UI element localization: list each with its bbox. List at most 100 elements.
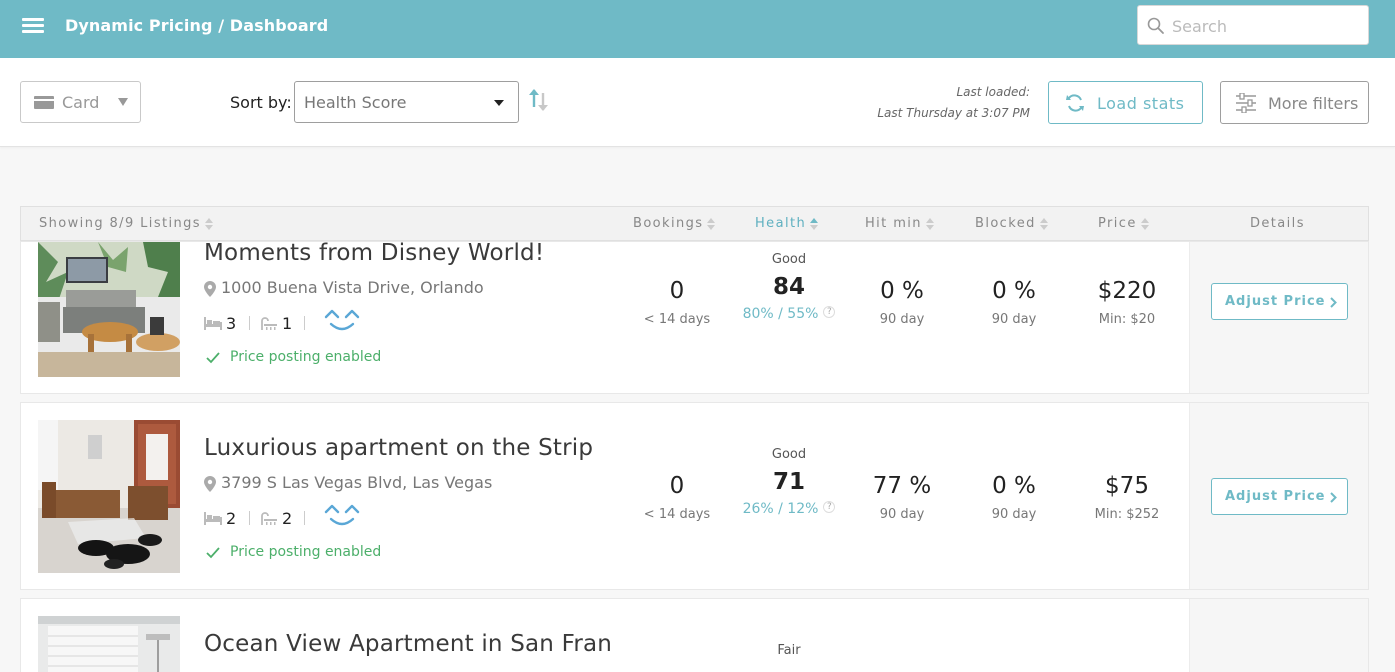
listing-title[interactable]: Ocean View Apartment in San Fran <box>204 631 612 657</box>
hit-min-cell: 0 % 90 day <box>847 278 957 327</box>
sort-icon <box>707 217 716 230</box>
load-stats-label: Load stats <box>1097 94 1185 113</box>
divider <box>249 316 250 330</box>
listing-photo[interactable] <box>38 242 180 377</box>
blocked-cell: 0 % 90 day <box>959 278 1069 327</box>
table-header: Showing 8/9 Listings Bookings Health Hit… <box>20 206 1369 241</box>
location-pin-icon <box>204 476 216 492</box>
bath-icon <box>261 317 277 330</box>
column-header-blocked[interactable]: Blocked <box>975 216 1049 231</box>
sort-direction-icon[interactable] <box>528 87 550 113</box>
bathroom-count: 2 <box>282 509 293 528</box>
bath-icon <box>261 512 277 525</box>
bedroom-count: 2 <box>226 509 237 528</box>
last-loaded-value: Last Thursday at 3:07 PM <box>877 106 1030 120</box>
search-icon <box>1147 17 1164 34</box>
hamburger-menu-icon[interactable] <box>22 17 45 35</box>
price-value: $220 <box>1097 278 1157 304</box>
health-score: 84 <box>772 274 805 300</box>
adjust-price-label: Adjust Price <box>1225 489 1326 504</box>
adjust-price-button[interactable]: Adjust Price <box>1211 283 1348 320</box>
more-filters-button[interactable]: More filters <box>1220 81 1369 124</box>
listing-title[interactable]: Luxurious apartment on the Strip <box>204 435 593 461</box>
column-header-hit-min[interactable]: Hit min <box>865 216 935 231</box>
listing-photo[interactable] <box>38 616 180 672</box>
bedroom-count: 3 <box>226 314 237 333</box>
column-header-health[interactable]: Health <box>755 216 819 231</box>
listing-photo[interactable] <box>38 420 180 573</box>
bed-icon <box>204 512 222 525</box>
last-loaded-info: Last loaded: Last Thursday at 3:07 PM <box>860 82 1030 124</box>
sort-select[interactable]: Health Score <box>294 81 519 123</box>
sort-icon <box>204 217 213 230</box>
load-stats-button[interactable]: Load stats <box>1048 81 1203 124</box>
price-min: Min: $252 <box>1094 507 1160 522</box>
divider <box>304 511 305 525</box>
card-view-icon <box>34 96 54 109</box>
search-input[interactable] <box>1172 15 1357 37</box>
happy-face-icon <box>324 309 360 331</box>
column-header-listings[interactable]: Showing 8/9 Listings <box>39 216 214 231</box>
column-label: Price <box>1098 216 1137 231</box>
bookings-value: 0 <box>669 278 685 304</box>
address-text: 3799 S Las Vegas Blvd, Las Vegas <box>221 473 493 492</box>
toolbar: Card Sort by: Health Score Last loaded: … <box>0 58 1395 147</box>
breadcrumb: Dynamic Pricing / Dashboard <box>65 16 329 35</box>
sliders-icon <box>1236 93 1256 113</box>
divider <box>249 511 250 525</box>
listing-features: 2 2 <box>204 504 374 530</box>
health-sub: 80% / 55%? <box>734 306 844 322</box>
caret-down-icon <box>118 98 128 106</box>
adjust-price-label: Adjust Price <box>1225 294 1326 309</box>
check-icon <box>206 352 220 364</box>
sort-by-label: Sort by: <box>230 93 292 112</box>
address-text: 1000 Buena Vista Drive, Orlando <box>221 278 484 297</box>
bookings-sub: < 14 days <box>643 507 711 522</box>
sort-icon <box>1140 217 1149 230</box>
search-box[interactable] <box>1137 5 1369 45</box>
blocked-value: 0 % <box>992 278 1036 304</box>
price-min: Min: $20 <box>1098 312 1156 327</box>
happy-face-icon <box>324 504 360 526</box>
bookings-cell: 0 < 14 days <box>622 278 732 327</box>
column-label: Health <box>755 216 807 231</box>
listing-row: Moments from Disney World! 1000 Buena Vi… <box>20 241 1369 394</box>
adjust-price-button[interactable]: Adjust Price <box>1211 478 1348 515</box>
posting-status-text: Price posting enabled <box>230 349 382 365</box>
sort-select-value: Health Score <box>304 93 407 112</box>
price-cell: $220 Min: $20 <box>1072 278 1182 327</box>
view-mode-select[interactable]: Card <box>20 81 141 123</box>
sort-icon <box>1039 217 1048 230</box>
health-cell: Fair <box>734 643 844 658</box>
price-cell: $75 Min: $252 <box>1072 473 1182 522</box>
bathroom-count: 1 <box>282 314 293 333</box>
column-label: Bookings <box>633 216 704 231</box>
chevron-right-icon <box>1330 492 1337 503</box>
health-label: Fair <box>777 643 801 658</box>
column-header-details: Details <box>1250 216 1305 231</box>
health-label: Good <box>771 447 807 462</box>
blocked-sub: 90 day <box>991 507 1037 522</box>
health-sub: 26% / 12%? <box>734 501 844 517</box>
bed-icon <box>204 317 222 330</box>
listing-features: 3 1 <box>204 309 374 335</box>
health-cell: Good 84 80% / 55%? <box>734 252 844 322</box>
listing-count: Showing 8/9 Listings <box>39 216 201 231</box>
help-icon[interactable]: ? <box>823 306 836 318</box>
health-cell: Good 71 26% / 12%? <box>734 447 844 517</box>
bookings-cell: 0 < 14 days <box>622 473 732 522</box>
more-filters-label: More filters <box>1268 94 1359 113</box>
column-label: Hit min <box>865 216 922 231</box>
hit-min-sub: 90 day <box>879 507 925 522</box>
hit-min-value: 0 % <box>880 278 924 304</box>
help-icon[interactable]: ? <box>823 501 836 513</box>
health-occupancy: 80% / 55% <box>742 306 819 322</box>
column-header-bookings[interactable]: Bookings <box>633 216 716 231</box>
bookings-sub: < 14 days <box>643 312 711 327</box>
column-header-price[interactable]: Price <box>1098 216 1150 231</box>
refresh-icon <box>1066 94 1084 112</box>
listing-title[interactable]: Moments from Disney World! <box>204 242 544 266</box>
health-occupancy: 26% / 12% <box>742 501 819 517</box>
listing-row: Luxurious apartment on the Strip 3799 S … <box>20 402 1369 590</box>
chevron-right-icon <box>1330 297 1337 308</box>
